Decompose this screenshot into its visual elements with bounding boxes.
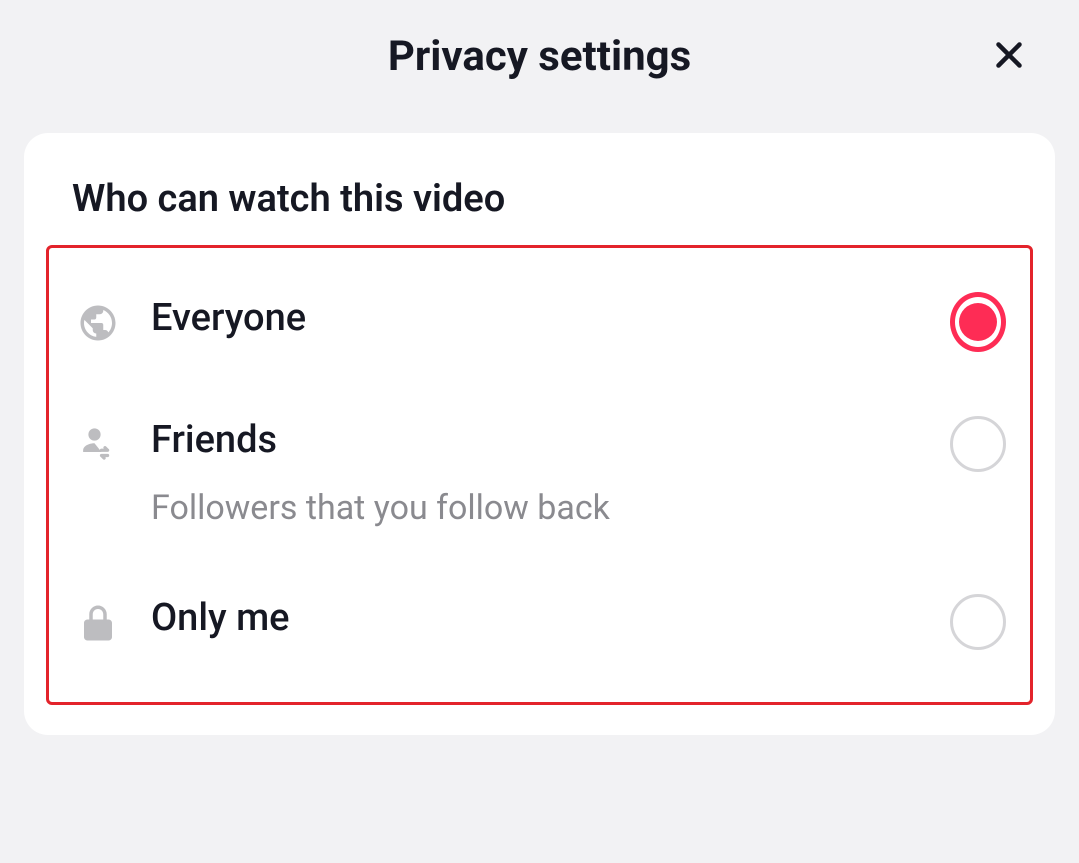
radio-friends[interactable]	[950, 416, 1006, 472]
option-content: Only me	[123, 596, 950, 640]
option-everyone[interactable]: Everyone	[49, 266, 1030, 384]
privacy-card: Who can watch this video Everyone	[24, 133, 1055, 735]
globe-icon	[73, 298, 123, 348]
radio-everyone[interactable]	[950, 294, 1006, 350]
section-title: Who can watch this video	[24, 177, 1055, 245]
option-description: Followers that you follow back	[151, 488, 950, 528]
option-only-me[interactable]: Only me	[49, 562, 1030, 684]
dialog-header: Privacy settings	[0, 0, 1079, 113]
option-content: Friends Followers that you follow back	[123, 418, 950, 528]
option-content: Everyone	[123, 296, 950, 340]
option-label: Only me	[151, 596, 950, 640]
lock-icon	[73, 598, 123, 648]
option-label: Friends	[151, 418, 950, 462]
option-label: Everyone	[151, 296, 950, 340]
radio-only-me[interactable]	[950, 594, 1006, 650]
close-icon	[991, 37, 1027, 77]
close-button[interactable]	[987, 35, 1031, 79]
option-friends[interactable]: Friends Followers that you follow back	[49, 384, 1030, 562]
friends-icon	[73, 420, 123, 470]
options-group: Everyone Friends Followers that you foll…	[46, 245, 1033, 705]
dialog-title: Privacy settings	[388, 32, 691, 81]
